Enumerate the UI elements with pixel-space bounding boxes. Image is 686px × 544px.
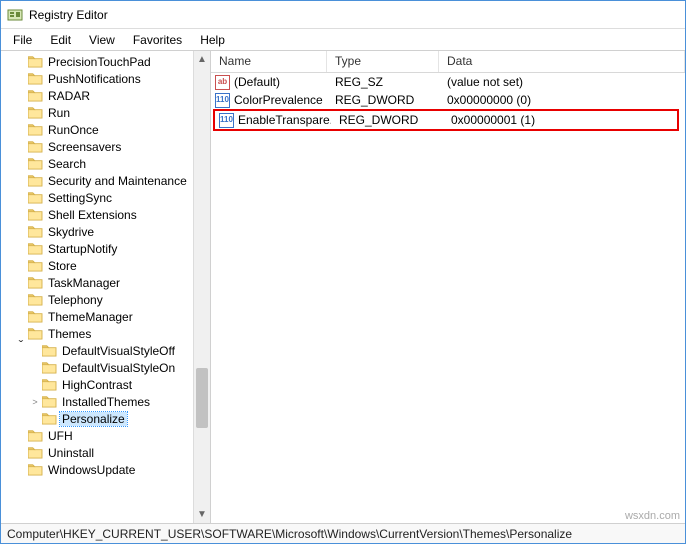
tree-item-label: Store [46,259,79,273]
tree-item-taskmanager[interactable]: TaskManager [1,274,210,291]
tree-item-label: Screensavers [46,140,123,154]
tree-item-security-and-maintenance[interactable]: Security and Maintenance [1,172,210,189]
tree-item-settingsync[interactable]: SettingSync [1,189,210,206]
tree-item-label: UFH [46,429,75,443]
tree-item-precisiontouchpad[interactable]: PrecisionTouchPad [1,53,210,70]
tree-item-label: RunOnce [46,123,101,137]
value-type: REG_DWORD [331,113,443,127]
tree-item-label: Shell Extensions [46,208,139,222]
tree-item-ufh[interactable]: UFH [1,427,210,444]
tree-item-label: ThemeManager [46,310,135,324]
scroll-down-icon[interactable]: ▼ [194,506,210,523]
list-body: ab(Default)REG_SZ(value not set)110Color… [211,73,685,131]
header-type[interactable]: Type [327,51,439,72]
tree-item-label: TaskManager [46,276,122,290]
tree-item-runonce[interactable]: RunOnce [1,121,210,138]
tree-item-label: SettingSync [46,191,114,205]
value-type: REG_SZ [327,75,439,89]
tree-item-label: Run [46,106,72,120]
reg-binary-icon: 110 [219,113,234,128]
tree-item-thememanager[interactable]: ThemeManager [1,308,210,325]
tree-item-pushnotifications[interactable]: PushNotifications [1,70,210,87]
statusbar: Computer\HKEY_CURRENT_USER\SOFTWARE\Micr… [1,523,685,543]
tree-scrollbar[interactable]: ▲ ▼ [193,51,210,523]
scroll-track[interactable] [194,68,210,506]
tree-item-themes[interactable]: ˬ Themes [1,325,210,342]
tree-item-screensavers[interactable]: Screensavers [1,138,210,155]
tree-item-personalize[interactable]: Personalize [1,410,210,427]
tree-item-search[interactable]: Search [1,155,210,172]
tree-item-highcontrast[interactable]: HighContrast [1,376,210,393]
window-title: Registry Editor [29,8,108,22]
tree-item-windowsupdate[interactable]: WindowsUpdate [1,461,210,478]
value-name: (Default) [234,75,280,89]
tree-item-label: InstalledThemes [60,395,152,409]
value-name: EnableTranspare... [238,113,331,127]
menubar: File Edit View Favorites Help [1,29,685,51]
scroll-up-icon[interactable]: ▲ [194,51,210,68]
header-name[interactable]: Name [211,51,327,72]
chevron-right-icon[interactable]: > [29,397,41,407]
tree-item-defaultvisualstyleoff[interactable]: DefaultVisualStyleOff [1,342,210,359]
tree-item-label: Themes [46,327,93,341]
tree-item-label: Skydrive [46,225,96,239]
scroll-thumb[interactable] [196,368,208,428]
tree-item-label: DefaultVisualStyleOn [60,361,177,375]
tree-item-run[interactable]: Run [1,104,210,121]
value-data: 0x00000001 (1) [443,113,677,127]
tree[interactable]: PrecisionTouchPad PushNotifications RADA… [1,51,210,480]
list-row[interactable]: ab (Default) REG_SZ(value not set) [211,73,685,91]
tree-item-label: DefaultVisualStyleOff [60,344,177,358]
tree-item-label: HighContrast [60,378,134,392]
tree-item-label: RADAR [46,89,92,103]
tree-item-defaultvisualstyleon[interactable]: DefaultVisualStyleOn [1,359,210,376]
reg-string-icon: ab [215,75,230,90]
watermark: wsxdn.com [625,510,680,522]
header-data[interactable]: Data [439,51,685,72]
tree-item-installedthemes[interactable]: > InstalledThemes [1,393,210,410]
list-row[interactable]: 110 EnableTranspare...REG_DWORD0x00000001… [215,111,677,129]
tree-item-label: Telephony [46,293,105,307]
tree-item-store[interactable]: Store [1,257,210,274]
tree-item-label: Personalize [60,412,127,426]
tree-item-label: Search [46,157,88,171]
regedit-icon [7,7,23,23]
tree-item-uninstall[interactable]: Uninstall [1,444,210,461]
tree-item-skydrive[interactable]: Skydrive [1,223,210,240]
titlebar: Registry Editor [1,1,685,29]
chevron-down-icon[interactable]: ˬ [15,326,27,342]
menu-view[interactable]: View [81,31,123,49]
tree-item-shell-extensions[interactable]: Shell Extensions [1,206,210,223]
menu-help[interactable]: Help [192,31,233,49]
value-type: REG_DWORD [327,93,439,107]
menu-file[interactable]: File [5,31,40,49]
tree-pane: PrecisionTouchPad PushNotifications RADA… [1,51,211,523]
tree-item-label: PrecisionTouchPad [46,55,153,69]
tree-item-label: Uninstall [46,446,96,460]
menu-favorites[interactable]: Favorites [125,31,190,49]
menu-edit[interactable]: Edit [42,31,79,49]
tree-item-label: StartupNotify [46,242,119,256]
value-data: 0x00000000 (0) [439,93,685,107]
list-header: Name Type Data [211,51,685,73]
tree-item-label: Security and Maintenance [46,174,189,188]
tree-item-startupnotify[interactable]: StartupNotify [1,240,210,257]
status-path: Computer\HKEY_CURRENT_USER\SOFTWARE\Micr… [7,527,572,541]
list-row[interactable]: 110 ColorPrevalence REG_DWORD0x00000000 (0… [211,91,685,109]
reg-binary-icon: 110 [215,93,230,108]
list-pane: Name Type Data ab (Default) REG_SZ(value n… [211,51,685,523]
tree-item-label: PushNotifications [46,72,143,86]
highlighted-row: 110 EnableTranspare...REG_DWORD0x00000001… [213,109,679,131]
value-data: (value not set) [439,75,685,89]
tree-item-telephony[interactable]: Telephony [1,291,210,308]
tree-item-radar[interactable]: RADAR [1,87,210,104]
tree-item-label: WindowsUpdate [46,463,137,477]
value-name: ColorPrevalence [234,93,323,107]
content-area: PrecisionTouchPad PushNotifications RADA… [1,51,685,523]
